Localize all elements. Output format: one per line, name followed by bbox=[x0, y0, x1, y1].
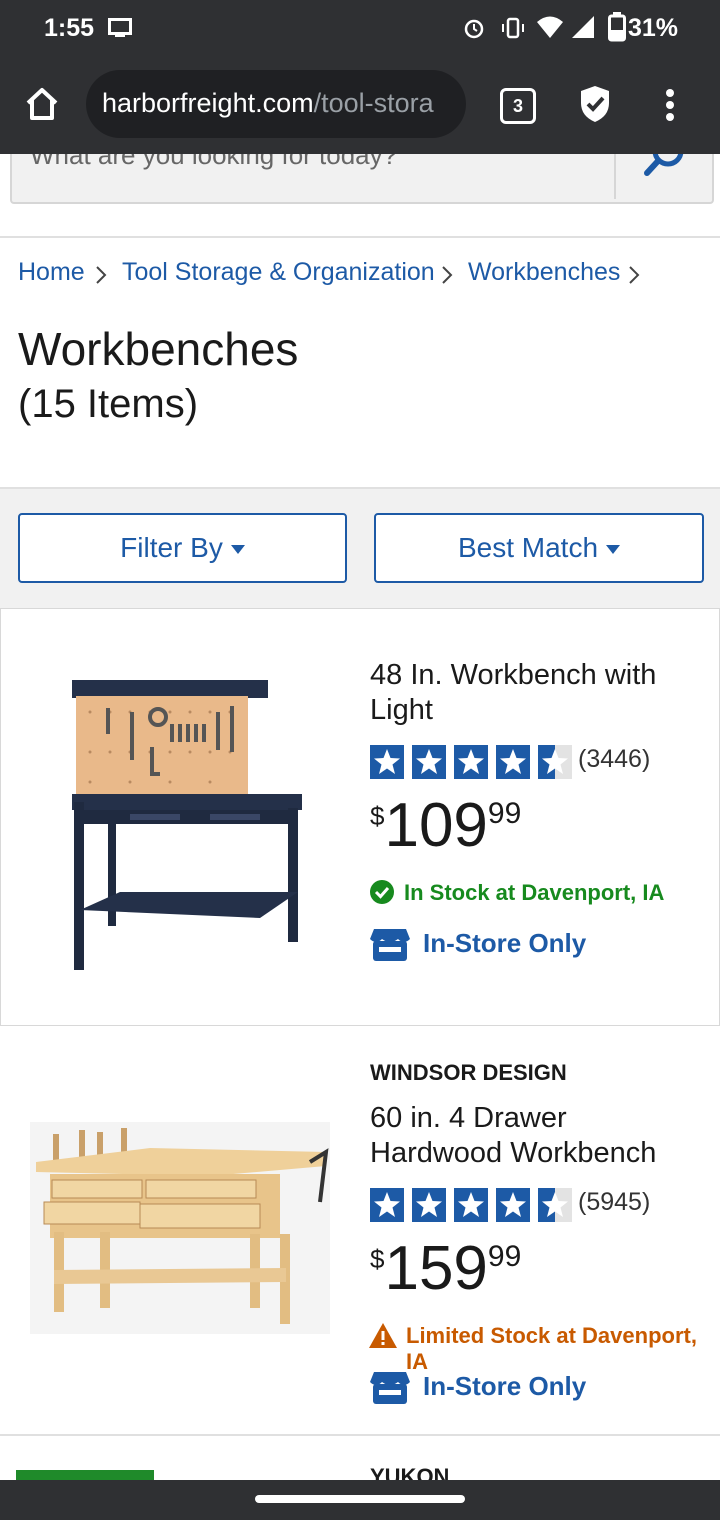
battery-icon bbox=[608, 12, 626, 42]
fulfillment-label: In-Store Only bbox=[423, 1371, 587, 1401]
chevron-right-icon bbox=[442, 266, 453, 284]
alarm-icon bbox=[464, 19, 484, 39]
home-gesture-handle[interactable] bbox=[255, 1495, 465, 1503]
review-count[interactable]: (3446) bbox=[578, 745, 650, 774]
home-icon[interactable] bbox=[24, 87, 60, 121]
caret-down-icon bbox=[606, 545, 621, 555]
product-brand: YUKON bbox=[370, 1464, 450, 1480]
star-rating bbox=[370, 1188, 580, 1222]
page-title: Workbenches bbox=[18, 323, 299, 375]
url-text: harborfreight.com/tool-stora bbox=[102, 88, 434, 118]
star-half-icon bbox=[538, 745, 572, 779]
wifi-icon bbox=[537, 16, 563, 38]
review-count[interactable]: (5945) bbox=[578, 1188, 650, 1217]
star-full-icon bbox=[496, 745, 530, 779]
status-time: 1:55 bbox=[44, 14, 95, 42]
more-menu-icon[interactable] bbox=[664, 88, 676, 122]
star-rating bbox=[370, 745, 580, 779]
vibrate-icon bbox=[502, 17, 524, 39]
chevron-right-icon bbox=[96, 266, 107, 284]
tab-switcher-button[interactable]: 3 bbox=[500, 88, 536, 124]
item-count: (15 Items) bbox=[18, 382, 199, 426]
screen-cast-icon bbox=[108, 18, 132, 37]
product-brand: WINDSOR DESIGN bbox=[370, 1060, 567, 1085]
address-bar[interactable]: harborfreight.com/tool-stora bbox=[86, 70, 466, 138]
star-full-icon bbox=[454, 745, 488, 779]
shield-icon[interactable] bbox=[578, 84, 612, 124]
breadcrumb-home[interactable]: Home bbox=[18, 258, 85, 287]
divider bbox=[0, 1434, 720, 1436]
filter-button[interactable]: Filter By bbox=[18, 513, 347, 583]
star-full-icon bbox=[412, 1188, 446, 1222]
check-circle-icon bbox=[370, 880, 394, 904]
filter-label: Filter By bbox=[120, 532, 223, 563]
star-full-icon bbox=[370, 745, 404, 779]
star-half-icon bbox=[538, 1188, 572, 1222]
product-image-workbench-light[interactable] bbox=[60, 672, 310, 974]
sort-label: Best Match bbox=[457, 532, 599, 563]
caret-down-icon bbox=[230, 545, 245, 555]
fulfillment-label: In-Store Only bbox=[423, 928, 587, 958]
breadcrumb-current[interactable]: Workbenches bbox=[468, 258, 620, 287]
sort-select[interactable]: Best Match bbox=[374, 513, 704, 583]
star-full-icon bbox=[412, 745, 446, 779]
product-price: $15999 bbox=[370, 1234, 522, 1303]
cell-signal-icon bbox=[572, 16, 594, 38]
store-icon bbox=[370, 1372, 410, 1404]
product-price: $10999 bbox=[370, 791, 522, 860]
star-full-icon bbox=[370, 1188, 404, 1222]
battery-percent: 31% bbox=[627, 14, 678, 42]
store-icon bbox=[370, 929, 410, 961]
stock-status: Limited Stock at Davenport, IA bbox=[406, 1323, 697, 1374]
chevron-right-icon bbox=[629, 266, 640, 284]
star-full-icon bbox=[496, 1188, 530, 1222]
product-title[interactable]: 60 in. 4 Drawer Hardwood Workbench bbox=[370, 1101, 700, 1171]
star-full-icon bbox=[454, 1188, 488, 1222]
divider bbox=[0, 487, 720, 489]
breadcrumb-category[interactable]: Tool Storage & Organization bbox=[122, 258, 435, 287]
stock-status: In Stock at Davenport, IA bbox=[404, 880, 665, 905]
product-image-hardwood-workbench[interactable] bbox=[30, 1122, 330, 1334]
product-title[interactable]: 48 In. Workbench with Light bbox=[370, 658, 700, 728]
warning-icon bbox=[369, 1323, 397, 1348]
divider bbox=[0, 236, 720, 238]
